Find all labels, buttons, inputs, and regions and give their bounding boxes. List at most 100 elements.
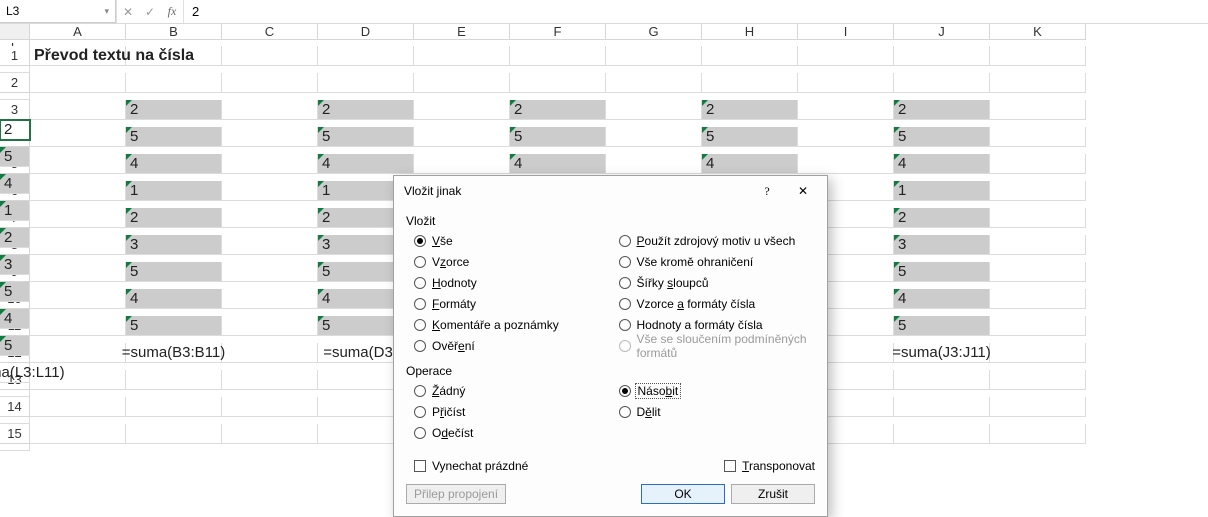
cell[interactable] <box>30 208 126 228</box>
cell[interactable]: 4 <box>0 309 30 329</box>
col-header-e[interactable]: E <box>414 24 510 40</box>
cell[interactable]: 5 <box>894 127 990 147</box>
cell[interactable] <box>894 46 990 66</box>
cell[interactable]: 1 <box>0 201 30 221</box>
cell[interactable]: 4 <box>510 154 606 174</box>
cell[interactable] <box>222 154 318 174</box>
cell[interactable] <box>0 93 30 100</box>
cell[interactable]: 4 <box>126 154 222 174</box>
close-button[interactable]: ✕ <box>787 182 819 200</box>
cell[interactable] <box>414 127 510 147</box>
cell[interactable] <box>414 73 510 93</box>
cell[interactable]: 2 <box>894 208 990 228</box>
cell[interactable] <box>30 370 126 390</box>
name-box[interactable]: L3 ▾ <box>0 0 116 23</box>
cell[interactable]: 2 <box>318 100 414 120</box>
cell[interactable]: 4 <box>702 154 798 174</box>
cell[interactable]: =suma(B3:B11) <box>126 343 222 363</box>
cell[interactable] <box>894 397 990 417</box>
opt-formats[interactable]: Formáty <box>414 295 611 312</box>
cell[interactable] <box>222 262 318 282</box>
cell[interactable] <box>894 424 990 444</box>
cell[interactable] <box>606 100 702 120</box>
cell[interactable] <box>30 397 126 417</box>
cell[interactable]: 4 <box>126 289 222 309</box>
cell[interactable]: 2 <box>0 228 30 248</box>
cell[interactable] <box>990 181 1086 201</box>
op-none[interactable]: Žádný <box>414 382 611 399</box>
cell[interactable]: 4 <box>0 174 30 194</box>
cell[interactable] <box>990 370 1086 390</box>
col-header-k[interactable]: K <box>990 24 1086 40</box>
cell[interactable] <box>510 46 606 66</box>
cell[interactable] <box>798 154 894 174</box>
cell[interactable]: 2 <box>702 100 798 120</box>
cell[interactable] <box>222 289 318 309</box>
opt-formulas[interactable]: Vzorce <box>414 253 611 270</box>
cell[interactable] <box>798 73 894 93</box>
cell[interactable]: 3 <box>0 255 30 275</box>
cell[interactable] <box>894 73 990 93</box>
row-header[interactable]: 2 <box>0 73 30 93</box>
cell[interactable] <box>702 46 798 66</box>
row-header[interactable]: 3 <box>0 100 30 120</box>
cell[interactable] <box>606 154 702 174</box>
cell[interactable]: 2 <box>0 120 30 140</box>
cell[interactable] <box>798 46 894 66</box>
cell[interactable]: 2 <box>510 100 606 120</box>
cell[interactable] <box>30 424 126 444</box>
cell[interactable] <box>414 154 510 174</box>
cell[interactable] <box>990 154 1086 174</box>
cell[interactable] <box>990 316 1086 336</box>
op-subtract[interactable]: Odečíst <box>414 424 611 441</box>
cell[interactable]: 5 <box>126 262 222 282</box>
row-header[interactable]: 14 <box>0 397 30 417</box>
opt-validation[interactable]: Ověření <box>414 337 611 354</box>
cell[interactable] <box>222 424 318 444</box>
opt-source-theme[interactable]: Použít zdrojový motiv u všech <box>619 232 816 249</box>
cell[interactable]: 5 <box>702 127 798 147</box>
cell[interactable] <box>126 424 222 444</box>
cell[interactable] <box>318 46 414 66</box>
cell[interactable]: 3 <box>126 235 222 255</box>
cell[interactable] <box>30 262 126 282</box>
chk-skip-blanks[interactable]: Vynechat prázdné <box>414 457 528 474</box>
cell[interactable]: 2 <box>894 100 990 120</box>
formula-input[interactable] <box>184 0 1208 23</box>
cell[interactable] <box>222 73 318 93</box>
opt-values-formats[interactable]: Hodnoty a formáty čísla <box>619 316 816 333</box>
cell[interactable]: 5 <box>894 316 990 336</box>
cell[interactable] <box>222 100 318 120</box>
opt-comments[interactable]: Komentáře a poznámky <box>414 316 611 333</box>
cell[interactable] <box>990 208 1086 228</box>
cell[interactable]: 5 <box>0 336 30 356</box>
cell[interactable]: Převod textu na čísla <box>30 46 126 66</box>
cell[interactable] <box>222 127 318 147</box>
cell[interactable] <box>30 127 126 147</box>
cell[interactable]: 4 <box>894 289 990 309</box>
ok-button[interactable]: OK <box>641 484 725 504</box>
cell[interactable] <box>798 100 894 120</box>
cell[interactable] <box>126 73 222 93</box>
cell[interactable]: 5 <box>0 282 30 302</box>
cell[interactable] <box>606 127 702 147</box>
col-header-j[interactable]: J <box>894 24 990 40</box>
cell[interactable] <box>606 46 702 66</box>
cell[interactable] <box>30 289 126 309</box>
opt-all[interactable]: Vše <box>414 232 611 249</box>
cell[interactable] <box>990 235 1086 255</box>
cell[interactable] <box>702 73 798 93</box>
cell[interactable] <box>990 127 1086 147</box>
opt-values[interactable]: Hodnoty <box>414 274 611 291</box>
opt-col-widths[interactable]: Šířky sloupců <box>619 274 816 291</box>
col-header-c[interactable]: C <box>222 24 318 40</box>
cell[interactable] <box>126 397 222 417</box>
col-header-f[interactable]: F <box>510 24 606 40</box>
cell[interactable] <box>126 370 222 390</box>
cell[interactable]: =suma(L3:L11) <box>0 363 30 383</box>
cell[interactable]: 5 <box>510 127 606 147</box>
cell[interactable] <box>0 444 30 451</box>
cell[interactable] <box>990 73 1086 93</box>
cell[interactable] <box>222 397 318 417</box>
cell[interactable]: 1 <box>894 181 990 201</box>
